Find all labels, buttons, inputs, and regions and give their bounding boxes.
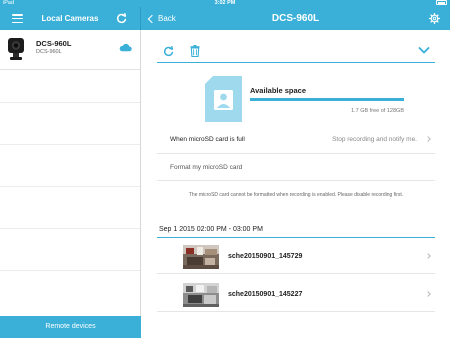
chevron-down-icon[interactable] [418, 46, 430, 55]
format-card-label: Format my microSD card [170, 164, 243, 171]
when-card-full-label: When microSD card is full [170, 136, 245, 143]
chevron-right-icon [425, 253, 431, 259]
when-card-full-row[interactable]: When microSD card is full Stop recording… [157, 126, 435, 154]
status-indicators [436, 0, 447, 5]
format-note: The microSD card cannot be formatted whe… [188, 192, 404, 198]
recording-thumbnail [183, 283, 219, 307]
gear-icon[interactable] [429, 13, 440, 24]
list-divider [0, 228, 140, 229]
when-card-full-value: Stop recording and notify me. [332, 136, 417, 143]
chevron-right-icon [425, 291, 431, 297]
refresh-icon[interactable] [116, 13, 127, 24]
camera-name: DCS-960L [36, 39, 72, 48]
recording-item[interactable]: sche20150901_145227 [157, 278, 435, 312]
format-card-row[interactable]: Format my microSD card [157, 155, 435, 181]
camera-thumbnail-icon [8, 38, 24, 60]
battery-icon [436, 0, 447, 5]
available-space-title: Available space [250, 86, 307, 95]
sidebar-header: Local Cameras [0, 7, 141, 30]
status-time: 3:02 PM [214, 0, 236, 6]
recording-date-text: Sep 1 2015 02:00 PM - 03:00 PM [159, 226, 263, 233]
storage-progress-bar [250, 98, 404, 101]
camera-model: DCS-960L [36, 49, 62, 55]
camera-list: DCS-960L DCS-960L [0, 30, 141, 316]
list-divider [0, 186, 140, 187]
list-divider [0, 144, 140, 145]
page-title: DCS-960L [271, 13, 320, 24]
recording-item[interactable]: sche20150901_145729 [157, 240, 435, 274]
recording-date-header: Sep 1 2015 02:00 PM - 03:00 PM [157, 223, 435, 238]
list-divider [0, 102, 140, 103]
status-bar: iPad 3:02 PM [0, 0, 450, 7]
recording-name: sche20150901_145729 [228, 253, 303, 260]
main-header: Back DCS-960L [141, 7, 450, 30]
available-space-detail: 1.7 GB free of 128GB [351, 108, 404, 114]
recording-name: sche20150901_145227 [228, 291, 303, 298]
trash-icon[interactable] [190, 45, 200, 57]
sd-card-icon [205, 76, 242, 122]
recording-thumbnail [183, 245, 219, 269]
remote-devices-button[interactable]: Remote devices [0, 316, 141, 338]
cloud-icon [119, 43, 132, 52]
storage-toolbar [157, 44, 435, 63]
refresh-icon[interactable] [163, 46, 174, 57]
chevron-right-icon [425, 136, 431, 142]
list-divider [0, 270, 140, 271]
camera-list-item[interactable]: DCS-960L DCS-960L [0, 30, 140, 70]
main-panel: Available space 1.7 GB free of 128GB Whe… [141, 30, 450, 338]
